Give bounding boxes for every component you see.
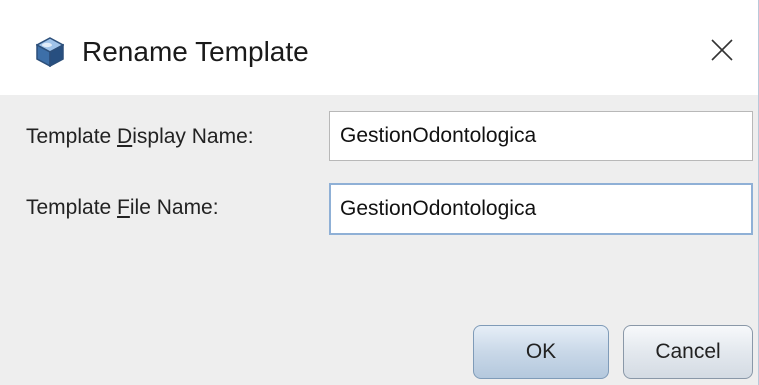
display-name-label-mnemonic: D <box>117 125 133 148</box>
dialog-content: Template Display Name: Template File Nam… <box>0 95 758 385</box>
file-name-field[interactable] <box>329 183 753 235</box>
dialog-title: Rename Template <box>82 36 309 67</box>
display-name-label-prefix: Template <box>26 125 118 148</box>
title-bar[interactable]: Rename Template <box>0 0 758 95</box>
close-button[interactable] <box>690 22 754 82</box>
ok-button[interactable]: OK <box>473 325 609 379</box>
display-name-label: Template Display Name: <box>26 125 254 149</box>
file-name-label-mnemonic: F <box>117 196 130 219</box>
file-name-label: Template File Name: <box>26 196 219 220</box>
display-name-field[interactable] <box>329 111 753 161</box>
close-icon <box>711 38 733 66</box>
cancel-button[interactable]: Cancel <box>623 325 753 379</box>
display-name-label-suffix: isplay Name: <box>132 125 254 148</box>
file-name-label-prefix: Template <box>26 196 118 219</box>
file-name-label-suffix: ile Name: <box>129 196 219 219</box>
cube-icon <box>35 37 65 68</box>
rename-template-dialog: Rename Template Template Display Name: T… <box>0 0 759 385</box>
